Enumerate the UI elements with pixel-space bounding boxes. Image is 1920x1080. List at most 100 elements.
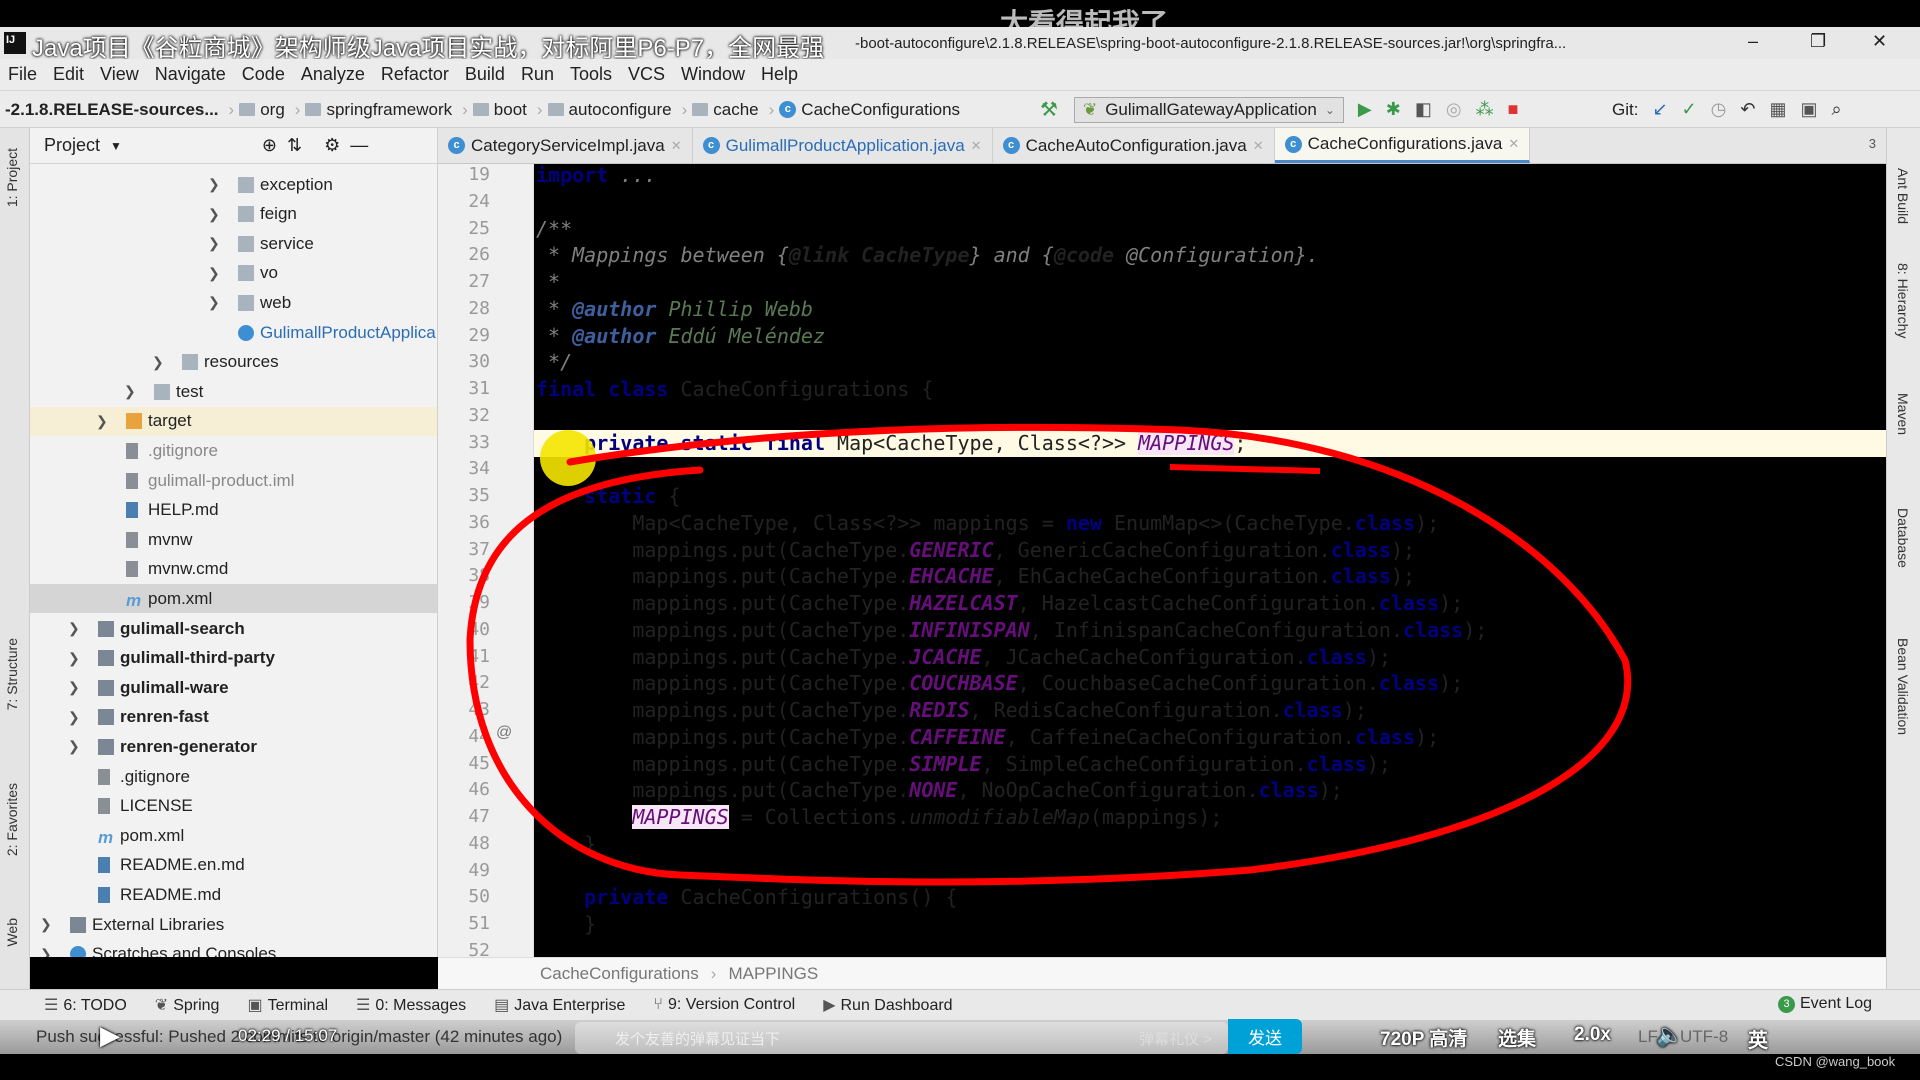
chevron-right-icon[interactable]: ❯ bbox=[152, 354, 164, 371]
attach-icon[interactable]: ⁂ bbox=[1476, 99, 1494, 120]
menu-file[interactable]: File bbox=[8, 64, 37, 85]
tree-item[interactable]: ❯ Scratches and Consoles bbox=[30, 940, 437, 957]
editor-tab[interactable]: c CacheConfigurations.java ✕ bbox=[1274, 128, 1531, 163]
volume-icon[interactable]: 🔈 bbox=[1656, 1022, 1683, 1048]
run-config-select[interactable]: ❦ GulimallGatewayApplication ⌄ bbox=[1073, 96, 1344, 123]
tree-item[interactable]: ❯ feign bbox=[30, 200, 437, 229]
terminal-icon[interactable]: ▣ bbox=[1800, 99, 1817, 120]
toolwindow-button[interactable]: ❦ Spring bbox=[155, 995, 220, 1015]
menu-build[interactable]: Build bbox=[465, 64, 505, 85]
nav-crumb[interactable]: › boot bbox=[457, 100, 532, 120]
left-tool-2[interactable]: 2: Favorites bbox=[4, 783, 20, 856]
right-tool-0[interactable]: Ant Build bbox=[1895, 168, 1911, 224]
tree-item[interactable]: ❯ renren-generator bbox=[30, 732, 437, 761]
play-button[interactable]: ▶ bbox=[100, 1020, 120, 1051]
project-view-selector[interactable]: Project bbox=[44, 135, 100, 156]
chevron-right-icon[interactable]: ❯ bbox=[96, 413, 108, 430]
tree-item[interactable]: mvnw.cmd bbox=[30, 555, 437, 584]
close-button[interactable]: ✕ bbox=[1872, 31, 1887, 52]
close-tab-icon[interactable]: ✕ bbox=[1508, 136, 1519, 152]
close-tab-icon[interactable]: ✕ bbox=[971, 138, 982, 154]
tree-item[interactable]: GulimallProductApplica bbox=[30, 318, 437, 347]
tab-list-button[interactable]: 3 bbox=[1859, 128, 1886, 163]
tree-item[interactable]: ❯ gulimall-search bbox=[30, 614, 437, 643]
chevron-right-icon[interactable]: ❯ bbox=[208, 176, 220, 193]
tree-item[interactable]: ❯ vo bbox=[30, 259, 437, 288]
tree-item[interactable]: ❯ exception bbox=[30, 170, 437, 199]
project-structure-icon[interactable]: ▦ bbox=[1769, 99, 1786, 120]
toolwindow-button[interactable]: ▣ Terminal bbox=[247, 995, 328, 1015]
chevron-right-icon[interactable]: ❯ bbox=[68, 679, 80, 696]
close-tab-icon[interactable]: ✕ bbox=[671, 138, 682, 154]
run-icon[interactable]: ▶ bbox=[1358, 99, 1372, 120]
speed-selector[interactable]: 2.0x bbox=[1574, 1024, 1611, 1046]
chevron-down-icon[interactable]: ▼ bbox=[110, 139, 122, 153]
git-commit-icon[interactable]: ✓ bbox=[1682, 99, 1697, 120]
tree-item[interactable]: LICENSE bbox=[30, 792, 437, 821]
search-icon[interactable]: ⌕ bbox=[1831, 99, 1841, 120]
tree-item[interactable]: m pom.xml bbox=[30, 584, 437, 614]
chevron-right-icon[interactable]: ❯ bbox=[40, 946, 52, 957]
encoding[interactable]: UTF-8 bbox=[1680, 1027, 1728, 1047]
tree-item[interactable]: ❯ gulimall-ware bbox=[30, 673, 437, 702]
tree-item[interactable]: mvnw bbox=[30, 525, 437, 554]
tree-item[interactable]: ❯ target bbox=[30, 406, 437, 436]
git-rollback-icon[interactable]: ↶ bbox=[1740, 99, 1755, 120]
menu-tools[interactable]: Tools bbox=[570, 64, 612, 85]
menu-edit[interactable]: Edit bbox=[53, 64, 84, 85]
tree-item[interactable]: ❯ gulimall-third-party bbox=[30, 644, 437, 673]
menu-code[interactable]: Code bbox=[242, 64, 285, 85]
tree-item[interactable]: ❯ resources bbox=[30, 348, 437, 377]
tree-item[interactable]: README.md bbox=[30, 880, 437, 909]
chevron-right-icon[interactable]: ❯ bbox=[208, 265, 220, 282]
editor-tab[interactable]: c CategoryServiceImpl.java ✕ bbox=[438, 128, 693, 163]
event-log-button[interactable]: 3 Event Log bbox=[1778, 995, 1872, 1013]
right-tool-2[interactable]: Maven bbox=[1895, 393, 1911, 435]
profile-icon[interactable]: ◎ bbox=[1446, 99, 1462, 120]
episodes-button[interactable]: 选集 bbox=[1498, 1024, 1536, 1051]
menu-refactor[interactable]: Refactor bbox=[381, 64, 449, 85]
toolwindow-button[interactable]: ▤ Java Enterprise bbox=[494, 995, 625, 1015]
line-separator[interactable]: LF bbox=[1638, 1027, 1658, 1047]
restore-button[interactable]: ❐ bbox=[1810, 31, 1826, 52]
close-tab-icon[interactable]: ✕ bbox=[1253, 138, 1264, 154]
nav-crumb[interactable]: -2.1.8.RELEASE-sources... bbox=[0, 100, 224, 120]
minimize-button[interactable]: – bbox=[1748, 31, 1758, 52]
menu-analyze[interactable]: Analyze bbox=[301, 64, 365, 85]
right-tool-3[interactable]: Database bbox=[1895, 508, 1911, 568]
git-update-icon[interactable]: ↙ bbox=[1652, 99, 1667, 120]
danmaku-etiquette[interactable]: 弹幕礼仪 > bbox=[1139, 1028, 1212, 1049]
menu-view[interactable]: View bbox=[100, 64, 139, 85]
menu-vcs[interactable]: VCS bbox=[628, 64, 665, 85]
chevron-right-icon[interactable]: ❯ bbox=[40, 916, 52, 933]
nav-crumb[interactable]: › springframework bbox=[290, 100, 457, 120]
tree-item[interactable]: ❯ renren-fast bbox=[30, 703, 437, 732]
editor-tab[interactable]: c CacheAutoConfiguration.java ✕ bbox=[993, 128, 1275, 163]
tree-item[interactable]: ❯ service bbox=[30, 229, 437, 258]
toolwindow-button[interactable]: ☰ 0: Messages bbox=[356, 995, 466, 1015]
stop-icon[interactable]: ■ bbox=[1508, 99, 1519, 120]
tree-item[interactable]: ❯ External Libraries bbox=[30, 910, 437, 939]
chevron-right-icon[interactable]: ❯ bbox=[208, 294, 220, 311]
collapse-icon[interactable]: ⇅ bbox=[287, 135, 302, 156]
chevron-right-icon[interactable]: ❯ bbox=[208, 235, 220, 252]
chevron-right-icon[interactable]: ❯ bbox=[124, 383, 136, 400]
menu-help[interactable]: Help bbox=[761, 64, 798, 85]
breadcrumb-field[interactable]: MAPPINGS bbox=[728, 964, 818, 984]
tree-item[interactable]: ❯ test bbox=[30, 377, 437, 406]
locate-icon[interactable]: ⊕ bbox=[262, 135, 277, 156]
editor-tab[interactable]: c GulimallProductApplication.java ✕ bbox=[693, 128, 993, 163]
tree-item[interactable]: m pom.xml bbox=[30, 821, 437, 850]
code-editor[interactable]: import ... /** * Mappings between {@link … bbox=[534, 163, 1886, 957]
coverage-icon[interactable]: ◧ bbox=[1415, 99, 1432, 120]
menu-navigate[interactable]: Navigate bbox=[155, 64, 226, 85]
nav-crumb[interactable]: › c CacheConfigurations bbox=[764, 100, 965, 120]
chevron-right-icon[interactable]: ❯ bbox=[208, 206, 220, 223]
git-history-icon[interactable]: ◷ bbox=[1711, 99, 1727, 120]
menu-window[interactable]: Window bbox=[681, 64, 745, 85]
chevron-right-icon[interactable]: ❯ bbox=[68, 709, 80, 726]
toolwindow-button[interactable]: ☰ 6: TODO bbox=[44, 995, 127, 1015]
breadcrumb-class[interactable]: CacheConfigurations bbox=[540, 964, 699, 984]
nav-crumb[interactable]: › cache bbox=[677, 100, 764, 120]
nav-crumb[interactable]: › autoconfigure bbox=[532, 100, 677, 120]
